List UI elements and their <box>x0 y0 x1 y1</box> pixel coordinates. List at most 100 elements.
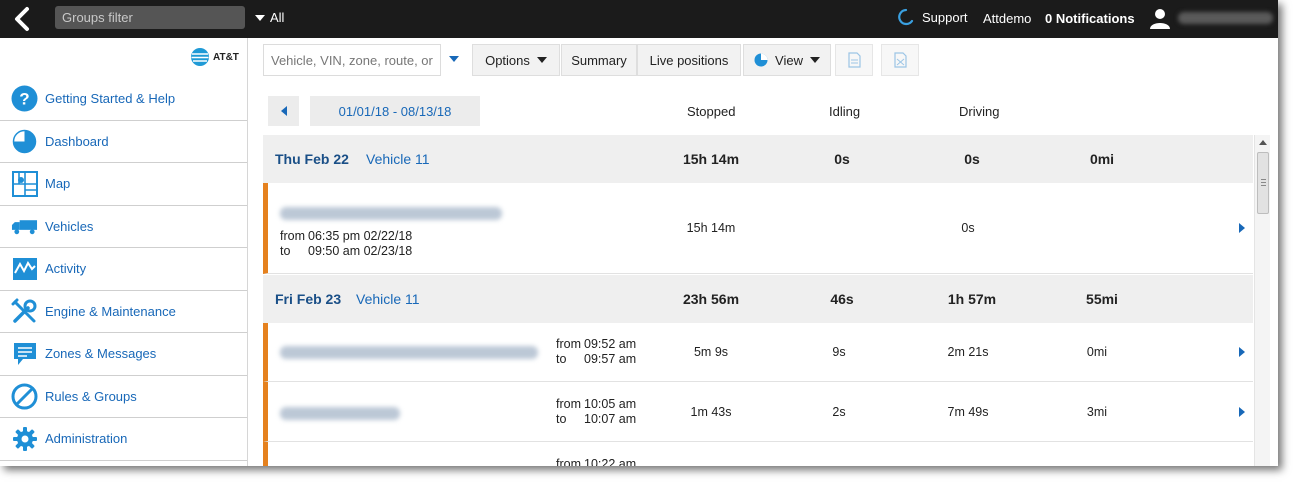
to-label: to <box>280 244 291 258</box>
sidebar-item-label: Administration <box>45 431 128 447</box>
trip-idling: 9s <box>832 345 846 359</box>
trip-row[interactable]: from 09:52 am to 09:57 am 5m 9s 9s 2m 21s … <box>263 323 1253 382</box>
trip-time-range: from 06:35 pm 02/22/18 to 09:50 am 02/23/1… <box>280 229 412 259</box>
to-time: 09:57 am <box>584 352 637 366</box>
date-range-picker[interactable]: 01/01/18 - 08/13/18 <box>310 96 480 126</box>
caret-down-icon <box>255 14 265 21</box>
to-time: 09:50 am 02/23/18 <box>308 244 413 258</box>
activity-icon <box>11 255 38 282</box>
sidebar-item-getting-started[interactable]: ? Getting Started & Help <box>0 78 247 121</box>
sidebar-item-label: Zones & Messages <box>45 346 157 362</box>
pie-view-icon <box>754 53 768 67</box>
column-header-stopped: Stopped <box>687 104 736 119</box>
vehicle-search-input[interactable] <box>263 44 441 76</box>
sidebar-item-map[interactable]: Map <box>0 163 247 206</box>
day-summary-row[interactable]: Thu Feb 22 Vehicle 11 15h 14m 0s 0s 0mi <box>263 135 1253 183</box>
trip-stopped: 5m 9s <box>693 345 729 359</box>
brand-area: AT&T <box>0 38 247 78</box>
sidebar-item-administration[interactable]: Administration <box>0 418 247 461</box>
scroll-up-icon[interactable] <box>1259 140 1267 145</box>
from-label: from <box>556 457 581 466</box>
address-redacted <box>280 346 538 359</box>
trip-time-range: from 10:22 am <box>556 457 636 466</box>
all-groups-dropdown[interactable]: All <box>255 10 284 25</box>
day-date[interactable]: Fri Feb 23 <box>275 291 341 307</box>
sidebar-item-rules-groups[interactable]: Rules & Groups <box>0 376 247 418</box>
help-icon: ? <box>11 85 38 112</box>
groups-filter-input[interactable] <box>55 6 245 29</box>
day-vehicle-link[interactable]: Vehicle 11 <box>356 291 420 307</box>
notifications-link[interactable]: 0 Notifications <box>1045 11 1135 26</box>
rules-icon <box>11 383 38 410</box>
view-label: View <box>775 52 803 68</box>
back-icon[interactable] <box>10 5 36 33</box>
sidebar-item-engine-maintenance[interactable]: Engine & Maintenance <box>0 291 247 333</box>
user-email-redacted <box>1178 12 1273 24</box>
column-header-idling: Idling <box>829 104 861 119</box>
trip-idling: 2s <box>832 405 846 419</box>
search-dropdown-caret-icon[interactable] <box>449 56 459 62</box>
message-icon <box>11 340 38 367</box>
view-button[interactable]: View <box>743 44 831 76</box>
sidebar-item-label: Dashboard <box>45 133 109 149</box>
address-redacted <box>280 407 400 420</box>
trip-row[interactable]: from 10:05 am to 10:07 am 1m 43s 2s 7m 49s… <box>263 382 1253 442</box>
support-label: Support <box>922 9 968 25</box>
sidebar-item-dashboard[interactable]: Dashboard <box>0 121 247 163</box>
day-date[interactable]: Thu Feb 22 <box>275 151 349 167</box>
trip-row[interactable]: from 06:35 pm 02/22/18 to 09:50 am 02/23/1… <box>263 183 1253 274</box>
from-time: 10:22 am <box>584 457 637 466</box>
sidebar-item-activity[interactable]: Activity <box>0 248 247 291</box>
from-label: from <box>556 397 581 411</box>
caret-left-icon <box>280 106 287 116</box>
summary-button[interactable]: Summary <box>561 44 637 76</box>
column-header-driving: Driving <box>959 104 1000 119</box>
day-summary-row[interactable]: Fri Feb 23 Vehicle 11 23h 56m 46s 1h 57m… <box>263 275 1253 323</box>
trip-distance: 3mi <box>1086 405 1108 419</box>
trip-row[interactable]: from 10:22 am <box>263 442 1253 466</box>
user-avatar-icon[interactable] <box>1149 7 1171 29</box>
previous-date-button[interactable] <box>268 96 299 126</box>
scroll-thumb[interactable] <box>1257 152 1269 214</box>
day-driving: 1h 57m <box>947 291 997 307</box>
day-stopped: 23h 56m <box>682 291 740 307</box>
live-positions-button[interactable]: Live positions <box>637 44 741 76</box>
day-vehicle-link[interactable]: Vehicle 11 <box>366 151 430 167</box>
gear-icon <box>11 425 38 452</box>
to-label: to <box>556 412 567 426</box>
caret-down-icon <box>809 57 820 63</box>
sidebar-item-vehicles[interactable]: Vehicles <box>0 206 247 248</box>
row-expand-icon[interactable] <box>1239 347 1245 357</box>
trip-report-table: Thu Feb 22 Vehicle 11 15h 14m 0s 0s 0mi … <box>263 135 1253 466</box>
sidebar-item-zones-messages[interactable]: Zones & Messages <box>0 333 247 376</box>
all-label: All <box>270 10 285 25</box>
app-window: All Support Attdemo 0 Notifications AT&T <box>0 0 1278 466</box>
options-button[interactable]: Options <box>472 44 560 76</box>
live-positions-label: Live positions <box>649 52 729 68</box>
trip-time-range: from 09:52 am to 09:57 am <box>556 337 636 367</box>
sidebar: AT&T ? Getting Started & Help Dashboard … <box>0 38 248 466</box>
from-time: 06:35 pm 02/22/18 <box>308 229 413 243</box>
summary-label: Summary <box>571 52 627 68</box>
top-bar: All Support Attdemo 0 Notifications <box>0 0 1278 38</box>
trip-stopped: 15h 14m <box>686 221 736 235</box>
address-redacted <box>280 207 502 220</box>
support-icon <box>898 8 914 26</box>
export-pdf-icon[interactable] <box>835 44 873 76</box>
from-time: 09:52 am <box>584 337 637 351</box>
sidebar-item-label: Map <box>45 176 71 192</box>
row-expand-icon[interactable] <box>1239 223 1245 233</box>
user-account-link[interactable]: Attdemo <box>983 11 1031 26</box>
svg-text:?: ? <box>19 90 29 109</box>
from-label: from <box>280 229 305 243</box>
to-label: to <box>556 352 567 366</box>
support-link[interactable]: Support <box>897 8 968 26</box>
sidebar-item-label: Vehicles <box>45 218 94 234</box>
sidebar-item-label: Engine & Maintenance <box>45 303 176 319</box>
truck-icon <box>11 213 38 240</box>
table-scrollbar[interactable] <box>1254 135 1270 466</box>
export-excel-icon[interactable] <box>881 44 919 76</box>
row-expand-icon[interactable] <box>1239 407 1245 417</box>
wrench-icon <box>11 298 38 325</box>
trip-distance: 0mi <box>1086 345 1108 359</box>
